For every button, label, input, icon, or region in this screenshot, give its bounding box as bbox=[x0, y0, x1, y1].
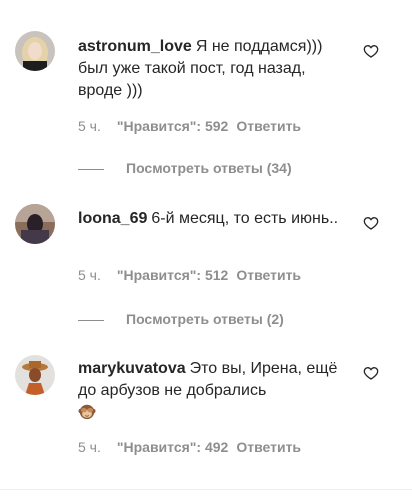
view-replies-label[interactable]: Посмотреть ответы (34) bbox=[126, 160, 292, 176]
comment-item: astronum_love Я не поддамся))) был уже та… bbox=[0, 0, 412, 190]
avatar[interactable] bbox=[15, 204, 55, 244]
comment-time[interactable]: 5 ч. bbox=[78, 118, 101, 134]
comment-likes[interactable]: "Нравится": 592 bbox=[117, 118, 228, 134]
comment-meta: 5 ч. "Нравится": 512 Ответить bbox=[78, 266, 309, 284]
comment-item: loona_69 6-й месяц, то есть июнь.. 5 ч. "Н… bbox=[0, 190, 412, 340]
comment-meta: 5 ч. "Нравится": 592 Ответить bbox=[78, 117, 309, 135]
view-replies-label[interactable]: Посмотреть ответы (2) bbox=[126, 311, 284, 327]
comment-message: 6-й месяц, то есть июнь.. bbox=[151, 210, 339, 227]
comment-time[interactable]: 5 ч. bbox=[78, 439, 101, 455]
heart-outline-icon[interactable] bbox=[363, 215, 379, 231]
comment-text: marykuvatova Это вы, Ирена, ещё до арбузо… bbox=[78, 358, 348, 424]
comment-time[interactable]: 5 ч. bbox=[78, 267, 101, 283]
comment-username[interactable]: loona_69 bbox=[78, 210, 147, 227]
comment-likes[interactable]: "Нравится": 512 bbox=[117, 267, 228, 283]
reply-button[interactable]: Ответить bbox=[236, 267, 301, 283]
reply-button[interactable]: Ответить bbox=[236, 118, 301, 134]
heart-outline-icon[interactable] bbox=[363, 43, 379, 59]
comment-likes[interactable]: "Нравится": 492 bbox=[117, 439, 228, 455]
reply-button[interactable]: Ответить bbox=[236, 439, 301, 455]
replies-divider bbox=[78, 168, 104, 170]
divider bbox=[0, 489, 412, 490]
avatar[interactable] bbox=[15, 355, 55, 395]
heart-outline-icon[interactable] bbox=[363, 365, 379, 381]
view-replies-button[interactable]: Посмотреть ответы (34) bbox=[78, 159, 292, 177]
replies-divider bbox=[78, 319, 104, 321]
comment-username[interactable]: marykuvatova bbox=[78, 360, 186, 377]
see-no-evil-monkey-icon bbox=[78, 404, 96, 420]
view-replies-button[interactable]: Посмотреть ответы (2) bbox=[78, 310, 284, 328]
comment-text: loona_69 6-й месяц, то есть июнь.. bbox=[78, 208, 348, 230]
comment-meta: 5 ч. "Нравится": 492 Ответить bbox=[78, 438, 309, 456]
comment-text: astronum_love Я не поддамся))) был уже та… bbox=[78, 36, 348, 102]
avatar[interactable] bbox=[15, 31, 55, 71]
comment-item: marykuvatova Это вы, Ирена, ещё до арбузо… bbox=[0, 340, 412, 488]
comment-username[interactable]: astronum_love bbox=[78, 38, 192, 55]
